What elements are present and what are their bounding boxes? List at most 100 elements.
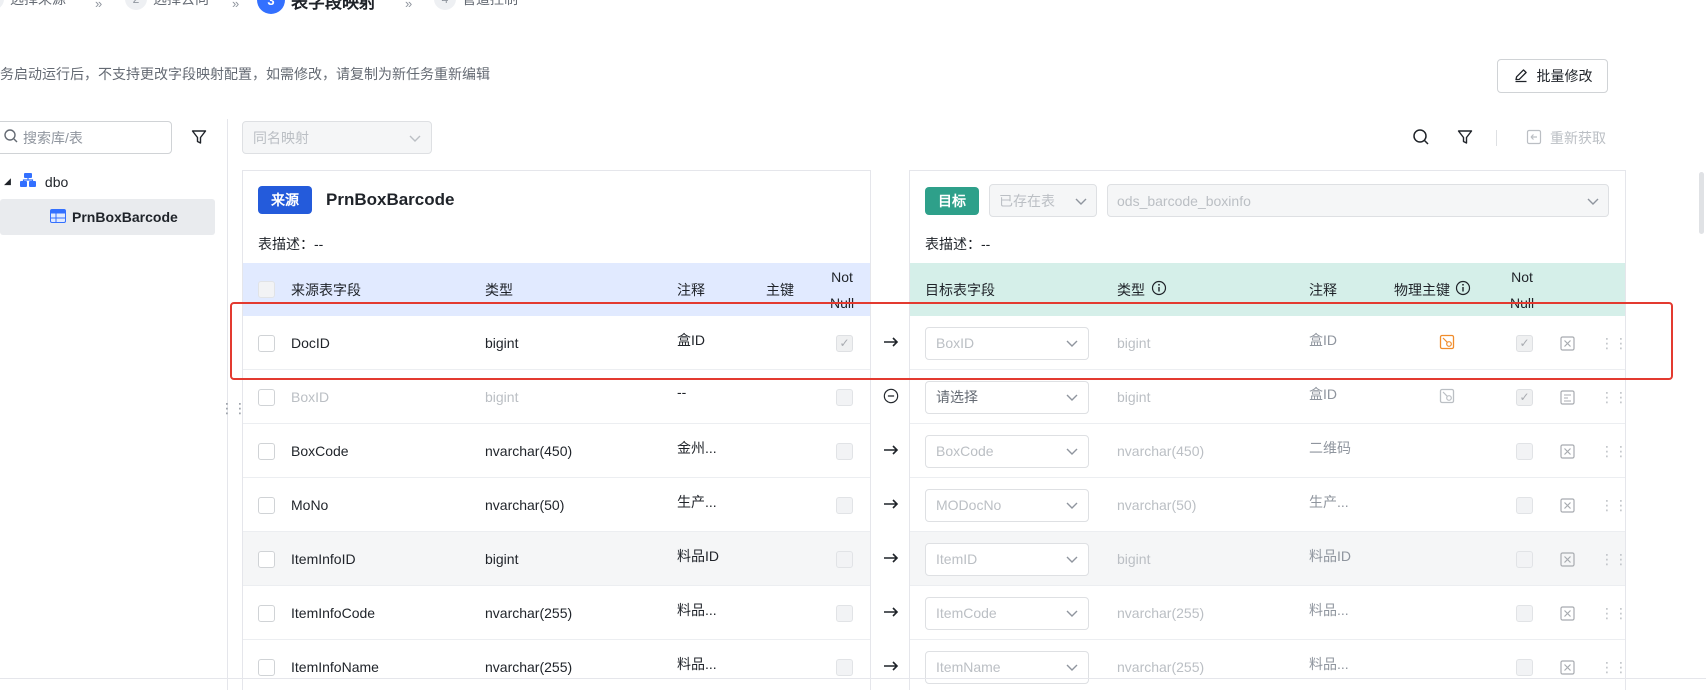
col-header-type: 类型 <box>485 281 513 298</box>
restore-icon[interactable] <box>1560 370 1575 424</box>
chevron-down-icon <box>1066 389 1078 405</box>
db-name: dbo <box>44 173 69 190</box>
step-1[interactable]: 1 选择来源 <box>0 0 66 10</box>
filter-icon[interactable] <box>1456 128 1474 149</box>
col-header-comment: 注释 <box>1309 281 1337 298</box>
search-icon <box>3 128 19 147</box>
edit-icon <box>1513 67 1529 86</box>
step-3[interactable]: 3 表字段映射 <box>257 0 376 14</box>
notnull-checkbox[interactable] <box>836 496 853 514</box>
target-field-select[interactable]: ItemCode <box>925 596 1089 630</box>
source-field-comment: 金州... <box>677 440 717 456</box>
scrollbar[interactable] <box>1699 172 1704 234</box>
notnull-checkbox[interactable] <box>1516 658 1533 676</box>
chevron-down-icon <box>1066 497 1078 513</box>
notnull-line1: Not <box>1511 268 1533 285</box>
target-field-select[interactable]: BoxID <box>925 326 1089 360</box>
caret-down-icon[interactable]: ◢ <box>4 176 11 187</box>
source-field-name: BoxCode <box>291 443 349 459</box>
refetch-button[interactable]: 重新获取 <box>1526 128 1606 148</box>
source-table-name: PrnBoxBarcode <box>326 190 455 209</box>
row-checkbox[interactable] <box>258 442 275 460</box>
target-field-value: MODocNo <box>936 497 1002 513</box>
drag-handle-icon[interactable]: ⋮⋮ <box>1600 586 1625 640</box>
delete-field-icon[interactable] <box>1560 640 1575 690</box>
tree-node-db[interactable]: ◢ dbo <box>4 172 68 191</box>
notnull-checkbox[interactable] <box>836 550 853 568</box>
notnull-checkbox[interactable] <box>836 658 853 676</box>
step-2[interactable]: 2 选择去向 <box>125 0 209 10</box>
row-checkbox[interactable] <box>258 604 275 622</box>
step-number: 1 <box>0 0 4 10</box>
drag-handle-icon[interactable]: ⋮⋮ <box>1600 478 1625 532</box>
map-arrow-icon <box>883 477 899 531</box>
source-row: MoNo nvarchar(50) 生产... <box>243 478 870 532</box>
target-table-select[interactable]: ods_barcode_boxinfo <box>1107 184 1609 217</box>
physical-pk-toggle[interactable] <box>1439 370 1455 424</box>
notnull-checkbox[interactable]: ✓ <box>1516 388 1533 406</box>
filter-icon[interactable] <box>190 128 208 149</box>
tree-node-table[interactable]: PrnBoxBarcode <box>0 199 215 235</box>
notnull-checkbox[interactable] <box>1516 604 1533 622</box>
double-chevron-icon: » <box>95 0 102 11</box>
row-checkbox[interactable] <box>258 550 275 568</box>
target-field-type: nvarchar(450) <box>1117 443 1205 459</box>
notnull-checkbox[interactable] <box>1516 550 1533 568</box>
search-icon[interactable] <box>1412 128 1430 149</box>
notnull-checkbox[interactable] <box>1516 496 1533 514</box>
notnull-checkbox[interactable]: ✓ <box>836 334 853 352</box>
delete-field-icon[interactable] <box>1560 532 1575 586</box>
target-field-type: bigint <box>1117 389 1151 405</box>
delete-field-icon[interactable] <box>1560 424 1575 478</box>
notnull-checkbox[interactable]: ✓ <box>1516 334 1533 352</box>
drag-handle-icon[interactable]: ⋮⋮ <box>1600 532 1625 586</box>
source-field-type: nvarchar(255) <box>485 659 573 675</box>
physical-pk-toggle[interactable] <box>1439 316 1455 370</box>
source-field-type: bigint <box>485 335 519 351</box>
tree-search-input[interactable]: 搜索库/表 <box>0 121 172 154</box>
row-checkbox[interactable] <box>258 496 275 514</box>
notnull-checkbox[interactable] <box>1516 442 1533 460</box>
delete-field-icon[interactable] <box>1560 316 1575 370</box>
same-name-mapping-select[interactable]: 同名映射 <box>242 121 432 154</box>
step-4[interactable]: 4 管道控制 <box>434 0 518 10</box>
key-icon <box>1439 334 1455 353</box>
target-field-select[interactable]: MODocNo <box>925 488 1089 522</box>
notnull-checkbox[interactable] <box>836 604 853 622</box>
row-checkbox[interactable] <box>258 658 275 676</box>
target-field-select[interactable]: 请选择 <box>925 380 1089 414</box>
col-header-notnull: Not Null <box>830 263 854 316</box>
target-field-type: bigint <box>1117 551 1151 567</box>
notnull-checkbox[interactable] <box>836 388 853 406</box>
select-all-checkbox[interactable] <box>258 281 275 298</box>
source-field-name: DocID <box>291 335 330 351</box>
drag-handle-icon[interactable]: ⋮⋮ <box>1600 370 1625 424</box>
existing-table-select[interactable]: 已存在表 <box>989 184 1097 217</box>
notice-text: 任务启动运行后，不支持更改字段映射配置，如需修改，请复制为新任务重新编辑 <box>0 66 490 82</box>
type-label: 类型 <box>1117 281 1145 298</box>
source-field-comment: 料品... <box>677 602 717 618</box>
info-icon[interactable] <box>1151 280 1167 299</box>
source-field-comment: 盒ID <box>677 332 705 348</box>
delete-field-icon[interactable] <box>1560 586 1575 640</box>
drag-handle-icon[interactable]: ⋮⋮ <box>1600 424 1625 478</box>
divider <box>0 678 1706 679</box>
notnull-line1: Not <box>831 268 853 285</box>
target-field-comment: 料品... <box>1309 602 1349 618</box>
drag-handle-icon[interactable]: ⋮⋮ <box>1600 316 1625 370</box>
target-panel: 目标 已存在表 ods_barcode_boxinfo 表描述：-- 目标表字段… <box>909 170 1626 690</box>
bulk-edit-button[interactable]: 批量修改 <box>1497 59 1608 93</box>
target-header: 目标 已存在表 ods_barcode_boxinfo <box>925 184 1609 217</box>
step-number: 4 <box>434 0 456 10</box>
drag-handle-icon[interactable]: ⋮⋮ <box>1600 640 1625 690</box>
row-checkbox[interactable] <box>258 388 275 406</box>
target-field-select[interactable]: ItemID <box>925 542 1089 576</box>
info-icon[interactable] <box>1455 280 1471 299</box>
row-checkbox[interactable] <box>258 334 275 352</box>
chevron-down-icon <box>1066 659 1078 675</box>
source-badge: 来源 <box>258 186 312 214</box>
target-field-select[interactable]: BoxCode <box>925 434 1089 468</box>
notnull-checkbox[interactable] <box>836 442 853 460</box>
target-badge: 目标 <box>925 186 979 215</box>
delete-field-icon[interactable] <box>1560 478 1575 532</box>
